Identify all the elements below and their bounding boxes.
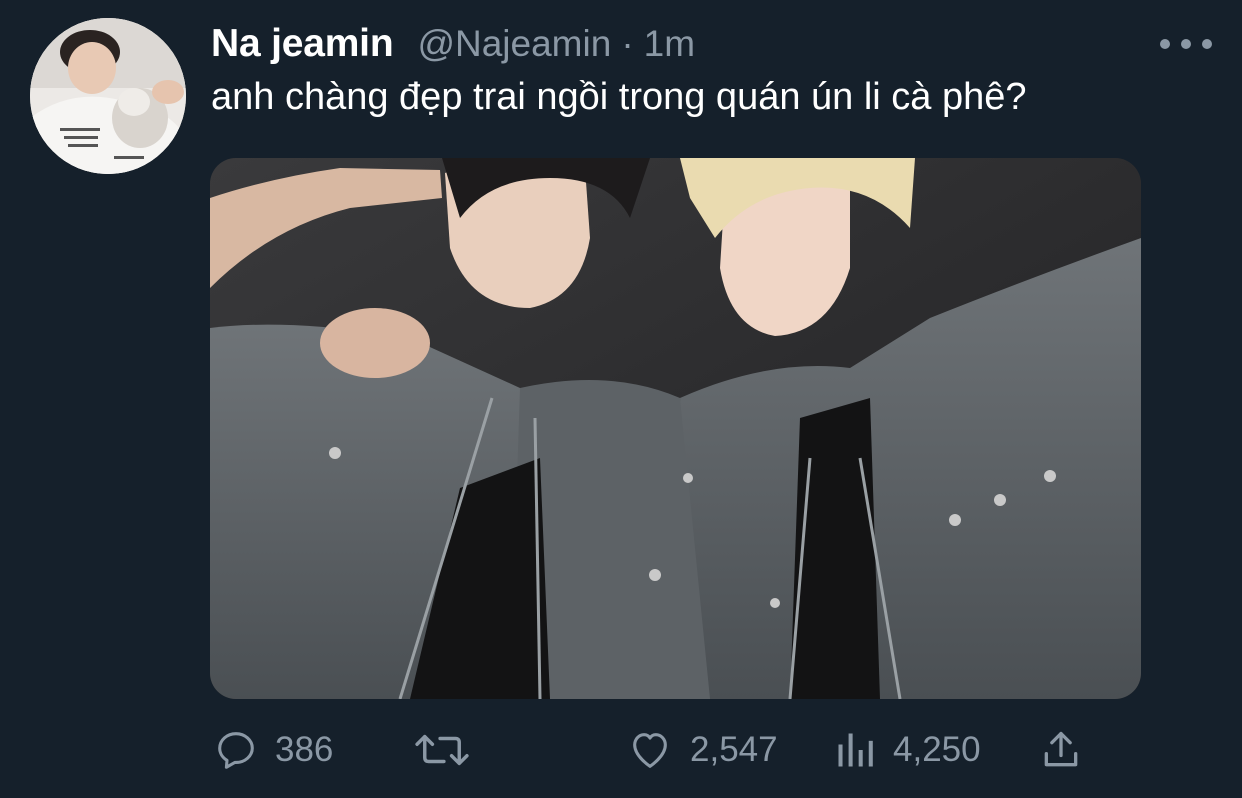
avatar[interactable]: [30, 18, 186, 174]
retweet-button[interactable]: [413, 722, 487, 778]
user-handle[interactable]: @Najeamin: [417, 23, 611, 65]
separator-dot: ·: [621, 23, 634, 64]
like-button[interactable]: 2,547: [626, 722, 778, 778]
like-count: 2,547: [690, 730, 778, 769]
analytics-icon: [838, 733, 873, 767]
retweet-icon: [415, 734, 469, 766]
action-bar: 386 2,547 4,250: [213, 722, 1113, 778]
display-name[interactable]: Na jeamin: [211, 22, 394, 66]
tweet-text: anh chàng đẹp trai ngồi trong quán ún li…: [211, 76, 1027, 118]
views-count: 4,250: [893, 730, 981, 769]
more-icon[interactable]: [1160, 32, 1212, 56]
tweet-image[interactable]: [210, 158, 1141, 699]
reply-count: 386: [275, 730, 334, 769]
share-button[interactable]: [1039, 722, 1083, 778]
views-button[interactable]: 4,250: [833, 722, 981, 778]
tweet[interactable]: Na jeamin @Najeamin · 1m anh chàng đẹp t…: [0, 0, 1242, 798]
heart-icon: [633, 733, 667, 768]
timestamp[interactable]: 1m: [644, 23, 695, 65]
reply-button[interactable]: 386: [213, 722, 333, 778]
share-icon: [1044, 731, 1078, 767]
comment-icon: [218, 732, 254, 769]
tweet-header: Na jeamin @Najeamin · 1m: [211, 22, 695, 70]
